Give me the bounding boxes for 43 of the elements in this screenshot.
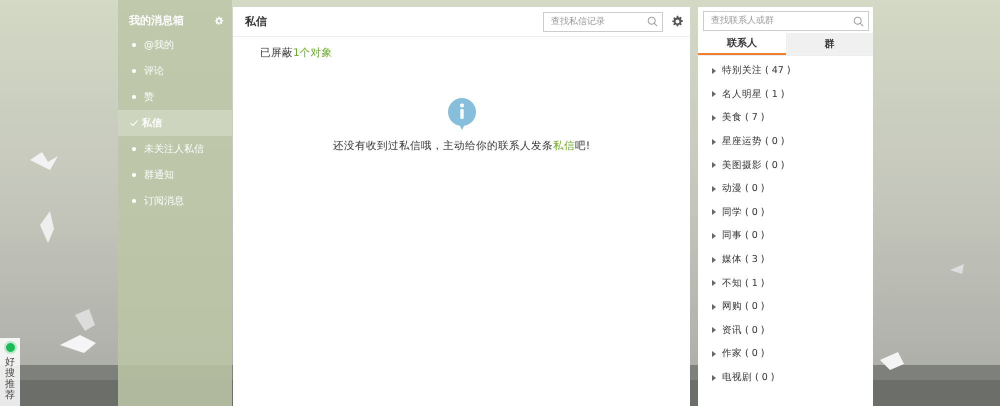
- contact-group[interactable]: 同事 ( 0 ): [722, 229, 765, 242]
- contact-group[interactable]: 星座运势 ( 0 ): [722, 135, 785, 148]
- tab[interactable]: 群: [786, 33, 873, 55]
- caret-icon[interactable]: [712, 68, 716, 74]
- contact-group[interactable]: 电视剧 ( 0 ): [722, 371, 775, 384]
- caret-icon[interactable]: [712, 304, 716, 310]
- panel-title: 私信: [245, 14, 268, 29]
- widget-label: 好搜推荐: [5, 357, 15, 401]
- empty-message: 还没有收到过私信哦，主动给你的联系人发条私信吧!: [332, 139, 590, 153]
- caret-icon[interactable]: [712, 327, 716, 334]
- caret-icon[interactable]: [712, 114, 716, 121]
- contact-group[interactable]: 媒体 ( 3 ): [722, 253, 765, 266]
- contact-group[interactable]: 美食 ( 7 ): [722, 111, 765, 124]
- caret-icon[interactable]: [712, 91, 716, 98]
- caret-icon[interactable]: [712, 162, 716, 168]
- caret-icon[interactable]: [712, 350, 716, 357]
- caret-icon[interactable]: [712, 374, 716, 381]
- caret-icon[interactable]: [712, 138, 716, 145]
- contact-group[interactable]: 资讯 ( 0 ): [722, 324, 765, 337]
- info-icon: [446, 98, 476, 132]
- blocked-notice: 已屏蔽1个对象: [259, 46, 334, 60]
- check-icon: [130, 120, 138, 126]
- caret-icon[interactable]: [712, 209, 716, 216]
- contact-group[interactable]: 作家 ( 0 ): [722, 347, 765, 360]
- caret-icon[interactable]: [712, 280, 716, 286]
- contact-group[interactable]: 动漫 ( 0 ): [722, 182, 765, 196]
- search-field[interactable]: 查找私信记录: [543, 12, 663, 32]
- search-field[interactable]: 查找联系人或群: [703, 11, 869, 31]
- status-icon: [4, 341, 16, 354]
- contact-group[interactable]: 不知 ( 1 ): [722, 276, 765, 290]
- caret-icon[interactable]: [712, 186, 716, 192]
- sidebar-title: 我的消息箱: [129, 13, 184, 28]
- search-icon[interactable]: [853, 16, 864, 26]
- contact-group[interactable]: 同学 ( 0 ): [722, 206, 765, 219]
- contact-group[interactable]: 网购 ( 0 ): [722, 300, 765, 314]
- search-icon[interactable]: [647, 16, 658, 27]
- contact-group[interactable]: 特别关注 ( 47 ): [722, 64, 791, 78]
- caret-icon[interactable]: [712, 232, 716, 239]
- recommend-widget[interactable]: 好搜推荐: [0, 338, 20, 406]
- caret-icon[interactable]: [712, 256, 716, 263]
- settings-icon[interactable]: [671, 15, 684, 28]
- contact-group[interactable]: 美图摄影 ( 0 ): [722, 158, 785, 172]
- contact-group[interactable]: 名人明星 ( 1 ): [722, 88, 785, 101]
